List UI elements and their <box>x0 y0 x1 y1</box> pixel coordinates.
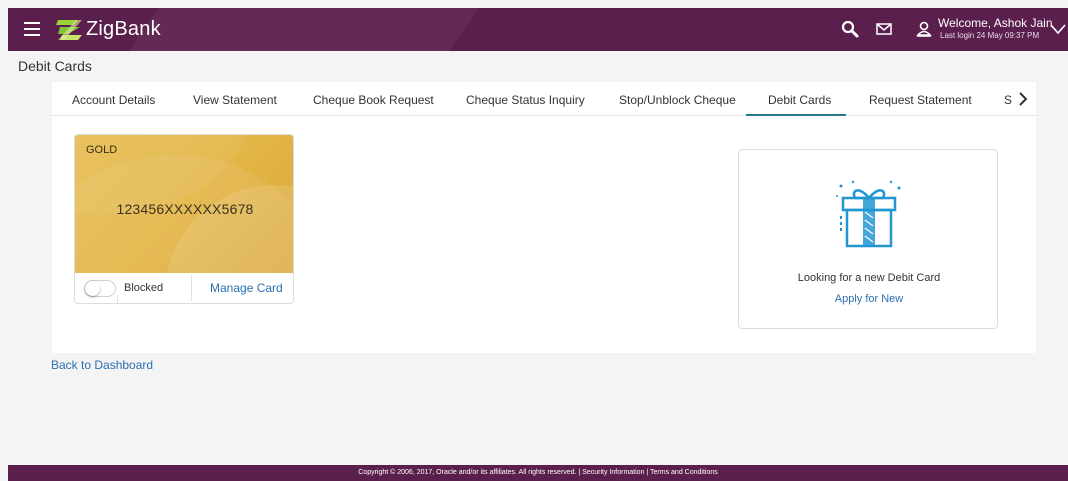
tab-cheque-book-request[interactable]: Cheque Book Request <box>313 93 434 107</box>
card-face[interactable]: GOLD 123456XXXXXX5678 <box>75 135 293 273</box>
welcome-text: Welcome, Ashok Jain <box>938 16 1053 30</box>
tab-debit-cards[interactable]: Debit Cards <box>768 93 831 107</box>
card-type: GOLD <box>86 144 118 156</box>
toggle-knob <box>85 281 100 296</box>
card-number: 123456XXXXXX5678 <box>116 201 254 217</box>
tab-stop-unblock-cheque[interactable]: Stop/Unblock Cheque <box>619 93 736 107</box>
tab-cheque-status-inquiry[interactable]: Cheque Status Inquiry <box>466 93 585 107</box>
logo-icon <box>56 20 82 40</box>
mail-icon[interactable] <box>874 19 894 39</box>
tab-overflow[interactable]: S <box>1004 93 1012 107</box>
top-header: ZigBank Welcome, Ashok Jain Last login 2… <box>8 8 1068 51</box>
divider <box>117 295 118 303</box>
user-menu[interactable]: Welcome, Ashok Jain Last login 24 May 09… <box>938 16 1053 40</box>
gift-icon <box>836 180 901 248</box>
brand-name: ZigBank <box>86 17 161 40</box>
menu-icon[interactable] <box>24 22 40 36</box>
tab-view-statement[interactable]: View Statement <box>193 93 277 107</box>
chevron-down-icon[interactable] <box>1050 22 1066 36</box>
blocked-label: Blocked <box>124 282 164 294</box>
promo-text: Looking for a new Debit Card <box>797 272 941 284</box>
logo[interactable]: ZigBank <box>54 16 161 42</box>
page-title: Debit Cards <box>18 58 92 74</box>
apply-for-new-link[interactable]: Apply for New <box>739 293 999 305</box>
divider <box>191 275 192 301</box>
active-tab-indicator <box>746 114 846 116</box>
tab-bar: Account Details View Statement Cheque Bo… <box>52 82 1036 116</box>
footer: Copyright © 2006, 2017, Oracle and/or it… <box>8 465 1068 481</box>
new-card-promo: Looking for a new Debit Card Apply for N… <box>738 149 998 329</box>
last-login-text: Last login 24 May 09:37 PM <box>940 31 1040 40</box>
main-panel: Account Details View Statement Cheque Bo… <box>52 82 1036 353</box>
card-actions: Blocked Manage Card <box>75 273 293 303</box>
tab-account-details[interactable]: Account Details <box>72 93 155 107</box>
tab-request-statement[interactable]: Request Statement <box>869 93 972 107</box>
user-icon[interactable] <box>914 19 934 39</box>
block-toggle[interactable] <box>84 280 116 297</box>
manage-card-link[interactable]: Manage Card <box>210 281 283 295</box>
search-icon[interactable] <box>840 19 860 39</box>
chevron-right-icon[interactable] <box>1016 91 1030 107</box>
back-to-dashboard-link[interactable]: Back to Dashboard <box>51 358 153 372</box>
debit-card: GOLD 123456XXXXXX5678 Blocked Manage Car… <box>74 134 294 304</box>
